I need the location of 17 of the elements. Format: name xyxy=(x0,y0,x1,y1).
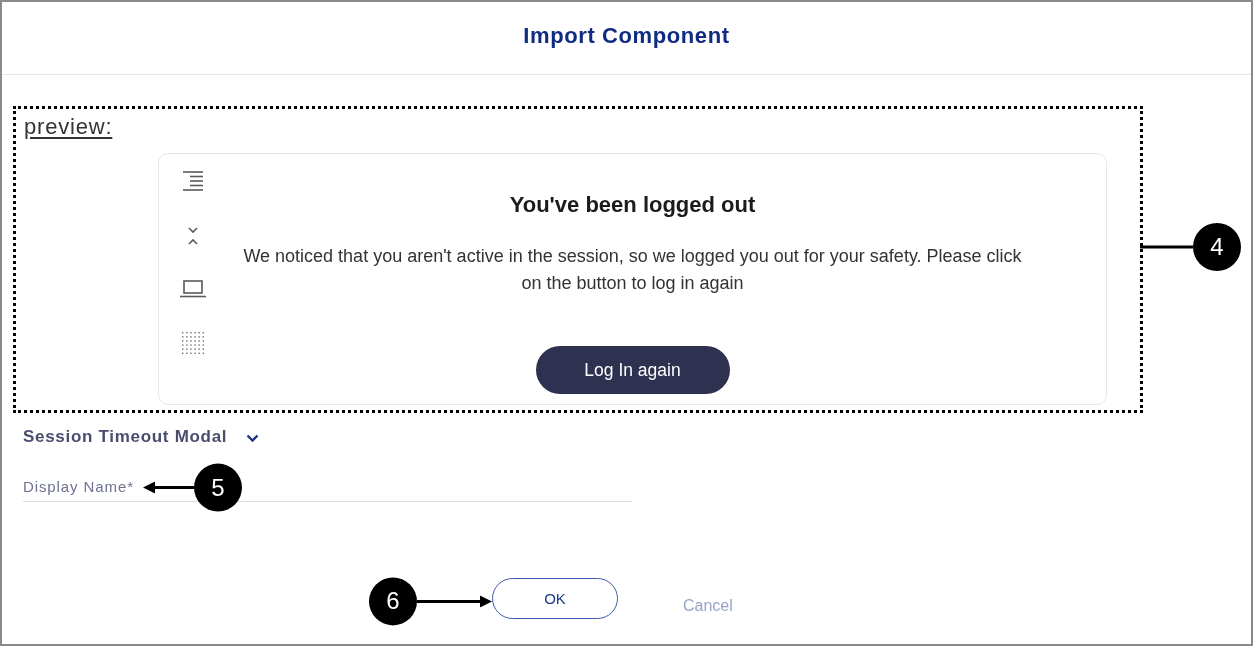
laptop-icon xyxy=(180,280,206,298)
dialog-title: Import Component xyxy=(523,23,730,49)
align-right-icon xyxy=(182,170,204,192)
preview-label: preview: xyxy=(24,114,113,140)
modal-title: You've been logged out xyxy=(509,191,756,219)
login-button[interactable]: Log In again xyxy=(535,346,730,394)
callout-number: 6 xyxy=(369,576,417,625)
field-label: Display Name* xyxy=(23,478,134,496)
component-dropdown[interactable]: Session Timeout Modal xyxy=(23,426,260,448)
dotted-grid-icon xyxy=(182,332,204,354)
callout-number: 4 xyxy=(1193,223,1241,271)
chevron-pair-icon xyxy=(187,226,199,246)
ok-button[interactable]: OK xyxy=(492,578,618,619)
callout-number: 5 xyxy=(194,463,242,512)
modal-message: We noticed that you aren't active in the session, so we logged you out for your safety. Please click on the button to log in again xyxy=(242,245,1023,295)
chevron-down-icon xyxy=(246,433,260,443)
callout-arrow xyxy=(143,481,194,494)
